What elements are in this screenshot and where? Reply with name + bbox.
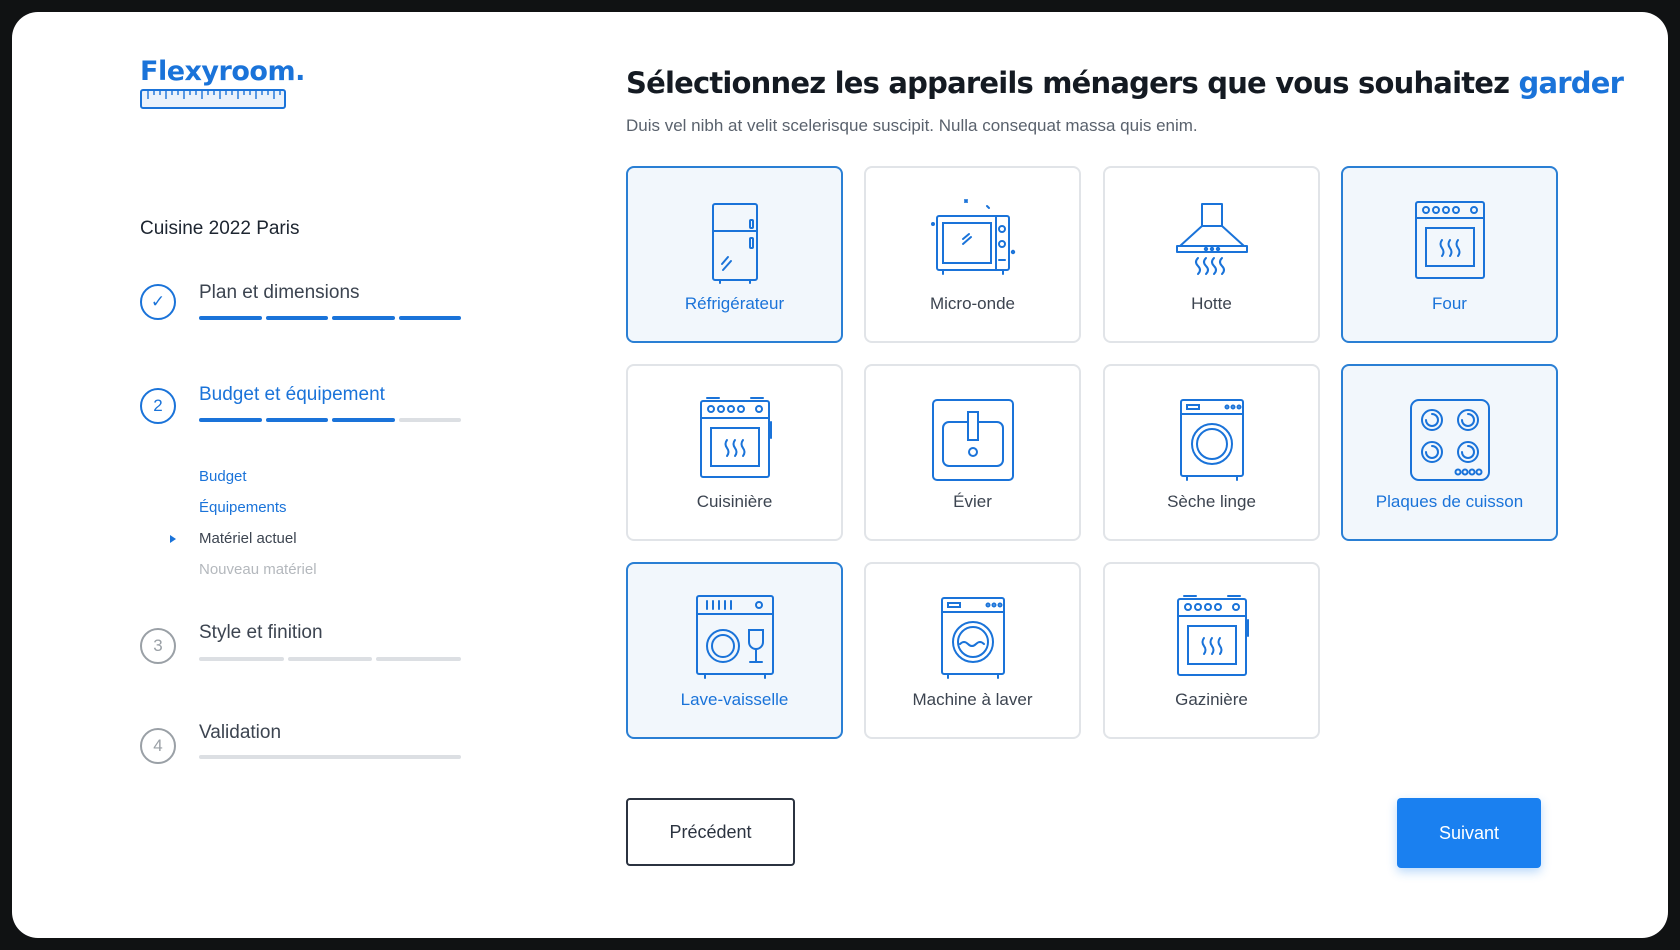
page-title: Sélectionnez les appareils ménagers que … xyxy=(626,66,1624,100)
appliance-card-hood[interactable]: Hotte xyxy=(1103,166,1320,343)
step-title: Budget et équipement xyxy=(199,384,385,405)
appliance-card-cooktop[interactable]: Plaques de cuisson xyxy=(1341,364,1558,541)
step-progress xyxy=(199,418,461,422)
card-label: Évier xyxy=(953,492,992,511)
appliance-card-dryer[interactable]: Sèche linge xyxy=(1103,364,1320,541)
substep-equipements[interactable]: Équipements xyxy=(199,499,287,516)
card-label: Four xyxy=(1432,294,1467,313)
ruler-icon xyxy=(140,89,286,109)
step-title: Plan et dimensions xyxy=(199,282,360,303)
appliance-card-stove[interactable]: Cuisinière xyxy=(626,364,843,541)
fridge-icon xyxy=(711,203,758,284)
step-title: Validation xyxy=(199,722,282,743)
card-label: Machine à laver xyxy=(912,690,1033,709)
card-label: Sèche linge xyxy=(1167,492,1256,511)
appliance-card-fridge[interactable]: Réfrigérateur xyxy=(626,166,843,343)
appliance-card-oven[interactable]: Four xyxy=(1341,166,1558,343)
step-number: 2 xyxy=(140,388,176,424)
card-label: Gazinière xyxy=(1175,690,1248,709)
check-icon: ✓ xyxy=(140,284,176,320)
appliance-card-dishwasher[interactable]: Lave-vaisselle xyxy=(626,562,843,739)
substep-nouveau-materiel[interactable]: Nouveau matériel xyxy=(199,561,317,578)
card-label: Réfrigérateur xyxy=(684,294,785,313)
substep-materiel-actuel[interactable]: Matériel actuel xyxy=(199,530,297,547)
sink-icon xyxy=(931,399,1014,481)
cooktop-icon xyxy=(1409,399,1490,481)
substep-budget[interactable]: Budget xyxy=(199,468,247,485)
logo: Flexyroom. xyxy=(140,58,305,111)
step-number: 3 xyxy=(140,628,176,664)
logo-text: Flexyroom. xyxy=(140,56,305,87)
hood-icon xyxy=(1175,203,1248,275)
step-progress xyxy=(199,755,461,759)
page-subtitle: Duis vel nibh at velit scelerisque susci… xyxy=(626,116,1198,135)
app-window: Flexyroom. Cuisine 2022 Paris ✓ Plan et … xyxy=(12,12,1668,938)
dryer-icon xyxy=(1179,399,1244,481)
appliance-card-gas-stove[interactable]: Gazinière xyxy=(1103,562,1320,739)
card-label: Cuisinière xyxy=(696,492,773,511)
step-number: 4 xyxy=(140,728,176,764)
previous-button[interactable]: Précédent xyxy=(626,798,795,866)
dishwasher-icon xyxy=(695,595,774,679)
stove-icon xyxy=(699,397,772,478)
microwave-icon xyxy=(930,199,1015,275)
step-progress xyxy=(199,657,462,661)
title-accent: garder xyxy=(1518,66,1624,100)
card-label: Plaques de cuisson xyxy=(1375,492,1524,511)
gas-stove-icon xyxy=(1176,595,1249,676)
oven-icon xyxy=(1414,201,1485,279)
step-title: Style et finition xyxy=(199,622,323,643)
card-label: Micro-onde xyxy=(929,294,1016,313)
card-label: Hotte xyxy=(1191,294,1232,313)
appliance-card-sink[interactable]: Évier xyxy=(864,364,1081,541)
washing-machine-icon xyxy=(940,597,1005,679)
appliance-card-washing-machine[interactable]: Machine à laver xyxy=(864,562,1081,739)
step-progress xyxy=(199,316,461,320)
project-name: Cuisine 2022 Paris xyxy=(140,218,300,239)
appliance-card-microwave[interactable]: Micro-onde xyxy=(864,166,1081,343)
next-button[interactable]: Suivant xyxy=(1397,798,1541,868)
current-arrow-icon xyxy=(170,535,176,543)
card-label: Lave-vaisselle xyxy=(680,690,789,709)
